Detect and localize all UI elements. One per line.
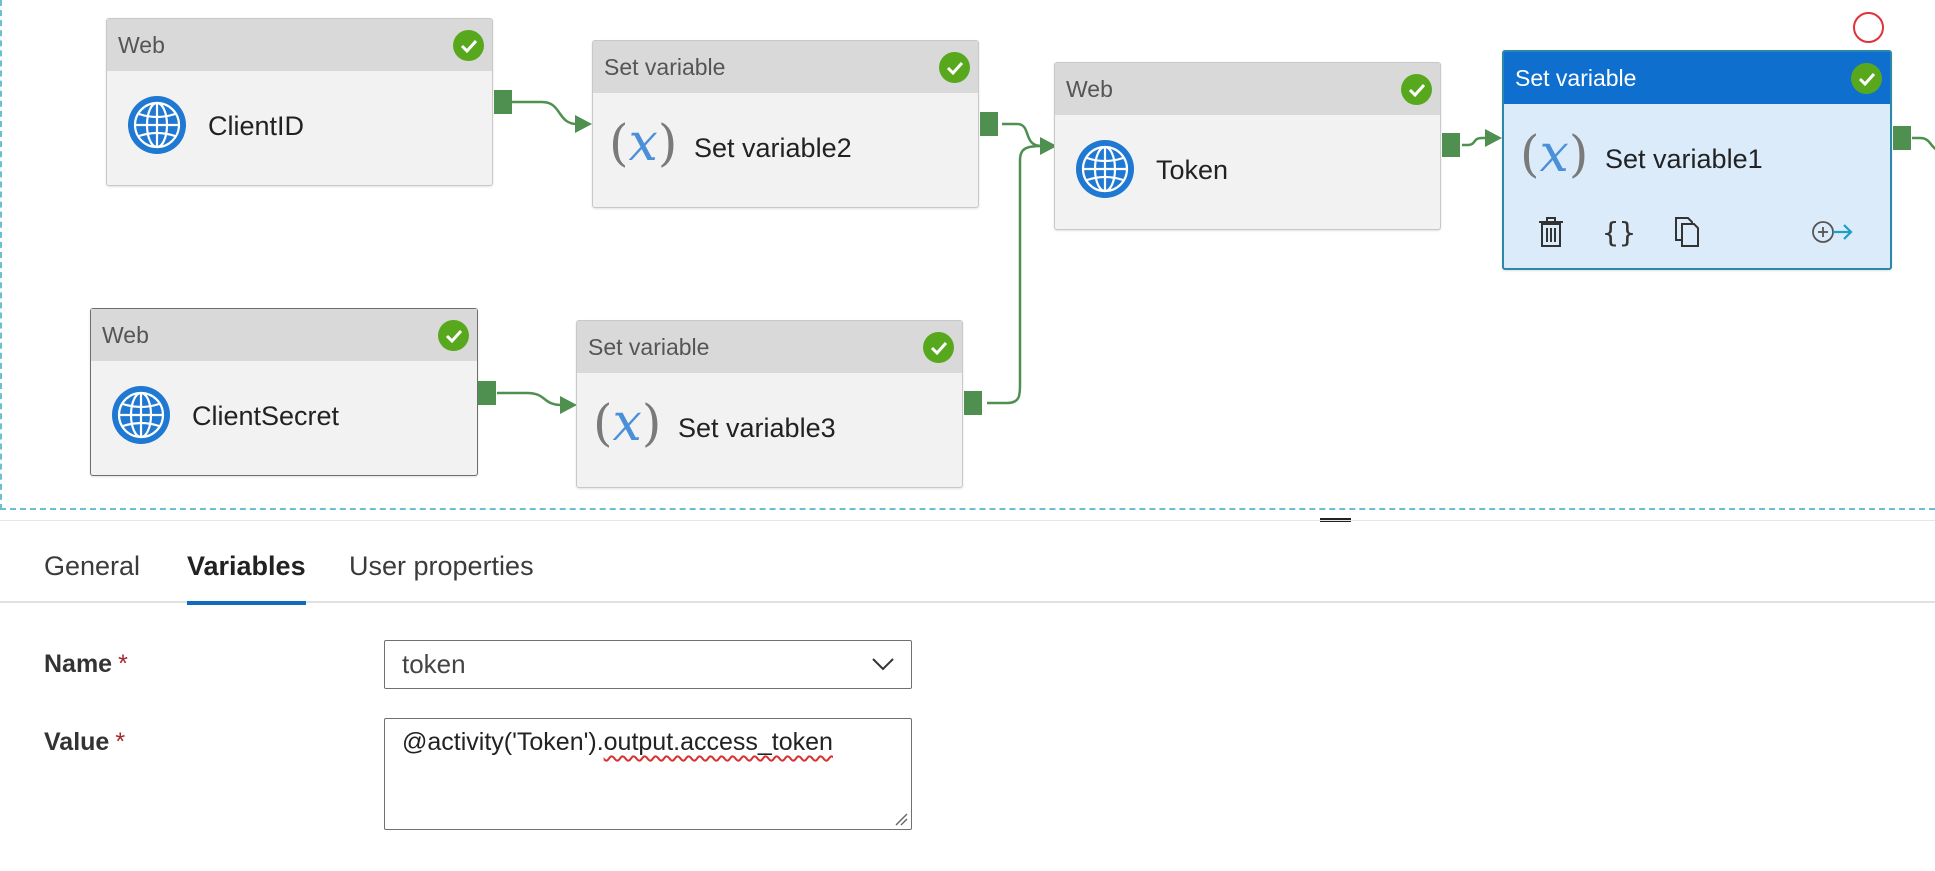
output-port[interactable] <box>478 381 496 405</box>
globe-icon <box>128 96 186 154</box>
pipeline-canvas[interactable]: Web ClientID Set variable (x) Set variab… <box>0 0 1935 510</box>
activity-type-label: Web <box>91 309 477 361</box>
value-text-spellcheck: output.access_token <box>603 728 833 756</box>
activity-set-variable3[interactable]: Set variable (x) Set variable3 <box>576 320 963 488</box>
error-indicator-icon <box>1853 12 1884 43</box>
activity-token[interactable]: Web Token <box>1054 62 1441 230</box>
arrowhead <box>575 115 592 133</box>
properties-tabs: General Variables User properties <box>0 540 1935 605</box>
panel-divider <box>0 520 1935 521</box>
activity-clientsecret[interactable]: Web ClientSecret <box>90 308 478 476</box>
success-check-icon <box>453 30 484 61</box>
activity-clientid[interactable]: Web ClientID <box>106 18 493 186</box>
required-marker: * <box>118 650 128 678</box>
value-label-text: Value <box>44 728 110 756</box>
success-check-icon <box>939 52 970 83</box>
wire-setvar3-token <box>987 144 1043 405</box>
activity-name: Token <box>1156 155 1229 185</box>
success-check-icon <box>1401 74 1432 105</box>
output-port[interactable] <box>964 391 982 415</box>
success-check-icon <box>923 332 954 363</box>
value-label: Value * <box>44 728 125 757</box>
wire-token-setvar1 <box>1462 136 1487 147</box>
add-output-icon[interactable] <box>1810 212 1856 252</box>
name-label-text: Name <box>44 650 113 678</box>
activity-name: ClientSecret <box>192 401 340 431</box>
activity-type-label: Set variable <box>593 41 978 93</box>
output-port[interactable] <box>1893 126 1911 150</box>
activity-set-variable2[interactable]: Set variable (x) Set variable2 <box>592 40 979 208</box>
activity-name: Set variable2 <box>694 133 852 163</box>
success-check-icon <box>1851 63 1882 94</box>
activity-name: Set variable3 <box>678 413 836 443</box>
output-port[interactable] <box>980 112 998 136</box>
activity-type-label: Web <box>107 19 492 71</box>
output-port[interactable] <box>494 90 512 114</box>
chevron-down-icon <box>872 658 894 671</box>
tab-general[interactable]: General <box>44 540 140 603</box>
activity-type-label: Web <box>1055 63 1440 115</box>
activity-type-label: Set variable <box>577 321 962 373</box>
activity-set-variable1[interactable]: Set variable (x) Set variable1 {} <box>1502 50 1892 270</box>
success-check-icon <box>438 320 469 351</box>
activity-name: ClientID <box>208 111 305 141</box>
arrowhead <box>1485 129 1502 147</box>
variable-name-value: token <box>402 649 466 679</box>
required-marker: * <box>115 728 126 756</box>
activity-type-label: Set variable <box>1504 52 1890 104</box>
variable-icon: (x) <box>609 113 678 173</box>
variable-icon: (x) <box>1520 124 1589 184</box>
wire-clientsecret-setvar3 <box>497 391 567 407</box>
value-text-prefix: @activity('Token'). <box>402 728 604 756</box>
tab-variables[interactable]: Variables <box>187 540 306 605</box>
name-label: Name * <box>44 650 128 679</box>
arrowhead <box>560 396 577 414</box>
wire-setvar1-next <box>1912 136 1935 151</box>
output-port[interactable] <box>1442 133 1460 157</box>
globe-icon <box>112 386 170 444</box>
tab-user-properties[interactable]: User properties <box>349 540 534 603</box>
code-braces-icon[interactable]: {} <box>1602 212 1636 252</box>
resize-grip-icon[interactable] <box>892 810 908 826</box>
activity-name: Set variable1 <box>1605 144 1763 174</box>
variable-name-dropdown[interactable]: token <box>384 640 912 689</box>
globe-icon <box>1076 140 1134 198</box>
wire-clientid-setvar2 <box>512 100 582 126</box>
variable-icon: (x) <box>593 393 662 453</box>
delete-icon[interactable] <box>1534 212 1568 252</box>
variable-value-textarea[interactable]: @activity('Token').output.access_token <box>384 718 912 830</box>
copy-icon[interactable] <box>1670 212 1704 252</box>
